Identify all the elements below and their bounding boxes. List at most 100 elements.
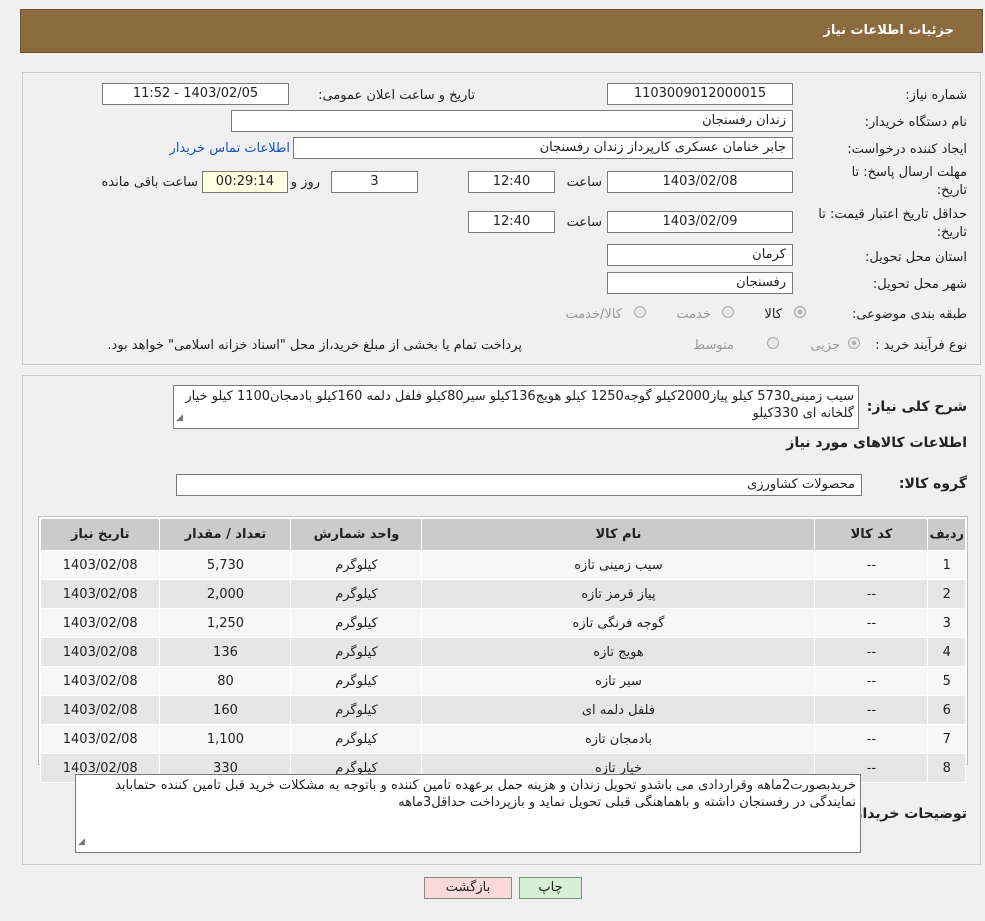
item-quantity: 80 (159, 666, 292, 696)
col-header-code: کد کالا (814, 518, 929, 551)
category-option-service: خدمت (676, 307, 711, 322)
row-number: 2 (927, 579, 966, 609)
col-header-name: نام کالا (421, 518, 816, 551)
process-radio-medium[interactable] (767, 337, 779, 349)
item-quantity: 1,250 (159, 608, 292, 638)
table-row: 2 -- پیاز قرمز تازه کیلوگرم 2,000 1403/0… (39, 579, 966, 609)
province-field: کرمان (607, 244, 793, 266)
validity-label-date: تاریخ: (936, 225, 967, 240)
item-name: گوجه فرنگی تازه (421, 608, 816, 638)
goods-info-title: اطلاعات کالاهای مورد نیاز (786, 435, 967, 451)
item-unit: کیلوگرم (290, 724, 423, 754)
col-header-quantity: تعداد / مقدار (159, 518, 292, 551)
category-radio-goods[interactable] (794, 306, 806, 318)
resize-grip-icon[interactable]: ◢ (176, 410, 183, 427)
days-field: 3 (331, 171, 418, 193)
category-option-goods: کالا (764, 307, 782, 322)
summary-label: شرح کلی نیاز: (866, 399, 967, 415)
col-header-unit: واحد شمارش (290, 518, 423, 551)
process-option-minor: جزیی (810, 338, 840, 353)
table-row: 3 -- گوجه فرنگی تازه کیلوگرم 1,250 1403/… (39, 608, 966, 638)
row-number: 6 (927, 695, 966, 725)
page-title: جزئیات اطلاعات نیاز (823, 23, 954, 38)
city-label: شهر محل تحویل: (872, 277, 967, 292)
col-header-need-date: تاریخ نیاز (39, 518, 161, 551)
item-name: هویج تازه (421, 637, 816, 667)
process-label: نوع فرآیند خرید : (875, 338, 967, 353)
table-row: 1 -- سیب زمینی تازه کیلوگرم 5,730 1403/0… (39, 550, 966, 580)
creator-label: ایجاد کننده درخواست: (847, 142, 967, 157)
page-header: جزئیات اطلاعات نیاز (20, 9, 983, 53)
row-number: 7 (927, 724, 966, 754)
summary-textarea[interactable]: سیب زمینی5730 کیلو پیاز2000کیلو گوجه1250… (173, 385, 859, 429)
validity-time-label: ساعت (566, 215, 602, 230)
validity-date-field: 1403/02/09 (607, 211, 793, 233)
item-code: -- (814, 695, 929, 725)
table-row: 4 -- هویج تازه کیلوگرم 136 1403/02/08 (39, 637, 966, 667)
item-code: -- (814, 550, 929, 580)
row-number: 1 (927, 550, 966, 580)
item-need-date: 1403/02/08 (39, 695, 161, 725)
item-need-date: 1403/02/08 (39, 550, 161, 580)
goods-group-label: گروه کالا: (898, 476, 967, 492)
item-quantity: 136 (159, 637, 292, 667)
item-code: -- (814, 637, 929, 667)
need-number-label: شماره نیاز: (905, 88, 967, 103)
summary-text: سیب زمینی5730 کیلو پیاز2000کیلو گوجه1250… (185, 389, 854, 421)
validity-time-field: 12:40 (468, 211, 555, 233)
buyer-org-label: نام دستگاه خریدار: (864, 115, 967, 130)
validity-label: حداقل تاریخ اعتبار قیمت: تا (818, 207, 967, 222)
item-need-date: 1403/02/08 (39, 666, 161, 696)
city-field: رفسنجان (607, 272, 793, 294)
need-number-field: 1103009012000015 (607, 83, 793, 105)
item-quantity: 160 (159, 695, 292, 725)
days-label: روز و (290, 175, 320, 190)
resize-grip-icon[interactable]: ◢ (78, 834, 85, 851)
item-name: پیاز قرمز تازه (421, 579, 816, 609)
col-header-row-number: ردیف (927, 518, 966, 551)
back-button[interactable]: بازگشت (424, 877, 512, 899)
creator-field: جابر خنامان عسکری کارپرداز زندان رفسنجان (293, 137, 793, 159)
item-quantity: 2,000 (159, 579, 292, 609)
buyer-notes-textarea[interactable]: خریدبصورت2ماهه وقراردادی می باشدو تحویل … (75, 774, 861, 853)
item-code: -- (814, 666, 929, 696)
item-unit: کیلوگرم (290, 666, 423, 696)
process-note: پرداخت تمام یا بخشی از مبلغ خرید،از محل … (107, 338, 522, 353)
process-radio-minor[interactable] (848, 337, 860, 349)
items-table: ردیف کد کالا نام کالا واحد شمارش تعداد /… (39, 518, 966, 783)
buyer-notes-label: توضیحات خریدار: (848, 806, 967, 822)
deadline-date-field: 1403/02/08 (607, 171, 793, 193)
item-quantity: 5,730 (159, 550, 292, 580)
item-name: سیر تازه (421, 666, 816, 696)
table-row: 5 -- سیر تازه کیلوگرم 80 1403/02/08 (39, 666, 966, 696)
announce-label: تاریخ و ساعت اعلان عمومی: (318, 88, 475, 103)
print-button[interactable]: چاپ (519, 877, 582, 899)
item-need-date: 1403/02/08 (39, 637, 161, 667)
category-radio-both[interactable] (634, 306, 646, 318)
row-number: 4 (927, 637, 966, 667)
remaining-time-field: 00:29:14 (202, 171, 288, 193)
item-name: سیب زمینی تازه (421, 550, 816, 580)
buyer-contact-link[interactable]: اطلاعات تماس خریدار (170, 141, 290, 156)
item-code: -- (814, 724, 929, 754)
item-unit: کیلوگرم (290, 550, 423, 580)
row-number: 3 (927, 608, 966, 638)
item-code: -- (814, 608, 929, 638)
item-unit: کیلوگرم (290, 637, 423, 667)
item-name: فلفل دلمه ای (421, 695, 816, 725)
table-row: 6 -- فلفل دلمه ای کیلوگرم 160 1403/02/08 (39, 695, 966, 725)
item-unit: کیلوگرم (290, 608, 423, 638)
item-name: بادمجان تازه (421, 724, 816, 754)
remaining-label: ساعت باقی مانده (101, 175, 198, 190)
table-row: 7 -- بادمجان تازه کیلوگرم 1,100 1403/02/… (39, 724, 966, 754)
item-unit: کیلوگرم (290, 579, 423, 609)
category-radio-service[interactable] (722, 306, 734, 318)
goods-group-field: محصولات کشاورزی (176, 474, 862, 496)
item-need-date: 1403/02/08 (39, 724, 161, 754)
buyer-org-field: زندان رفسنجان (231, 110, 793, 132)
item-need-date: 1403/02/08 (39, 579, 161, 609)
item-unit: کیلوگرم (290, 695, 423, 725)
process-option-medium: متوسط (693, 338, 734, 353)
item-quantity: 1,100 (159, 724, 292, 754)
buyer-notes-text: خریدبصورت2ماهه وقراردادی می باشدو تحویل … (115, 778, 856, 810)
